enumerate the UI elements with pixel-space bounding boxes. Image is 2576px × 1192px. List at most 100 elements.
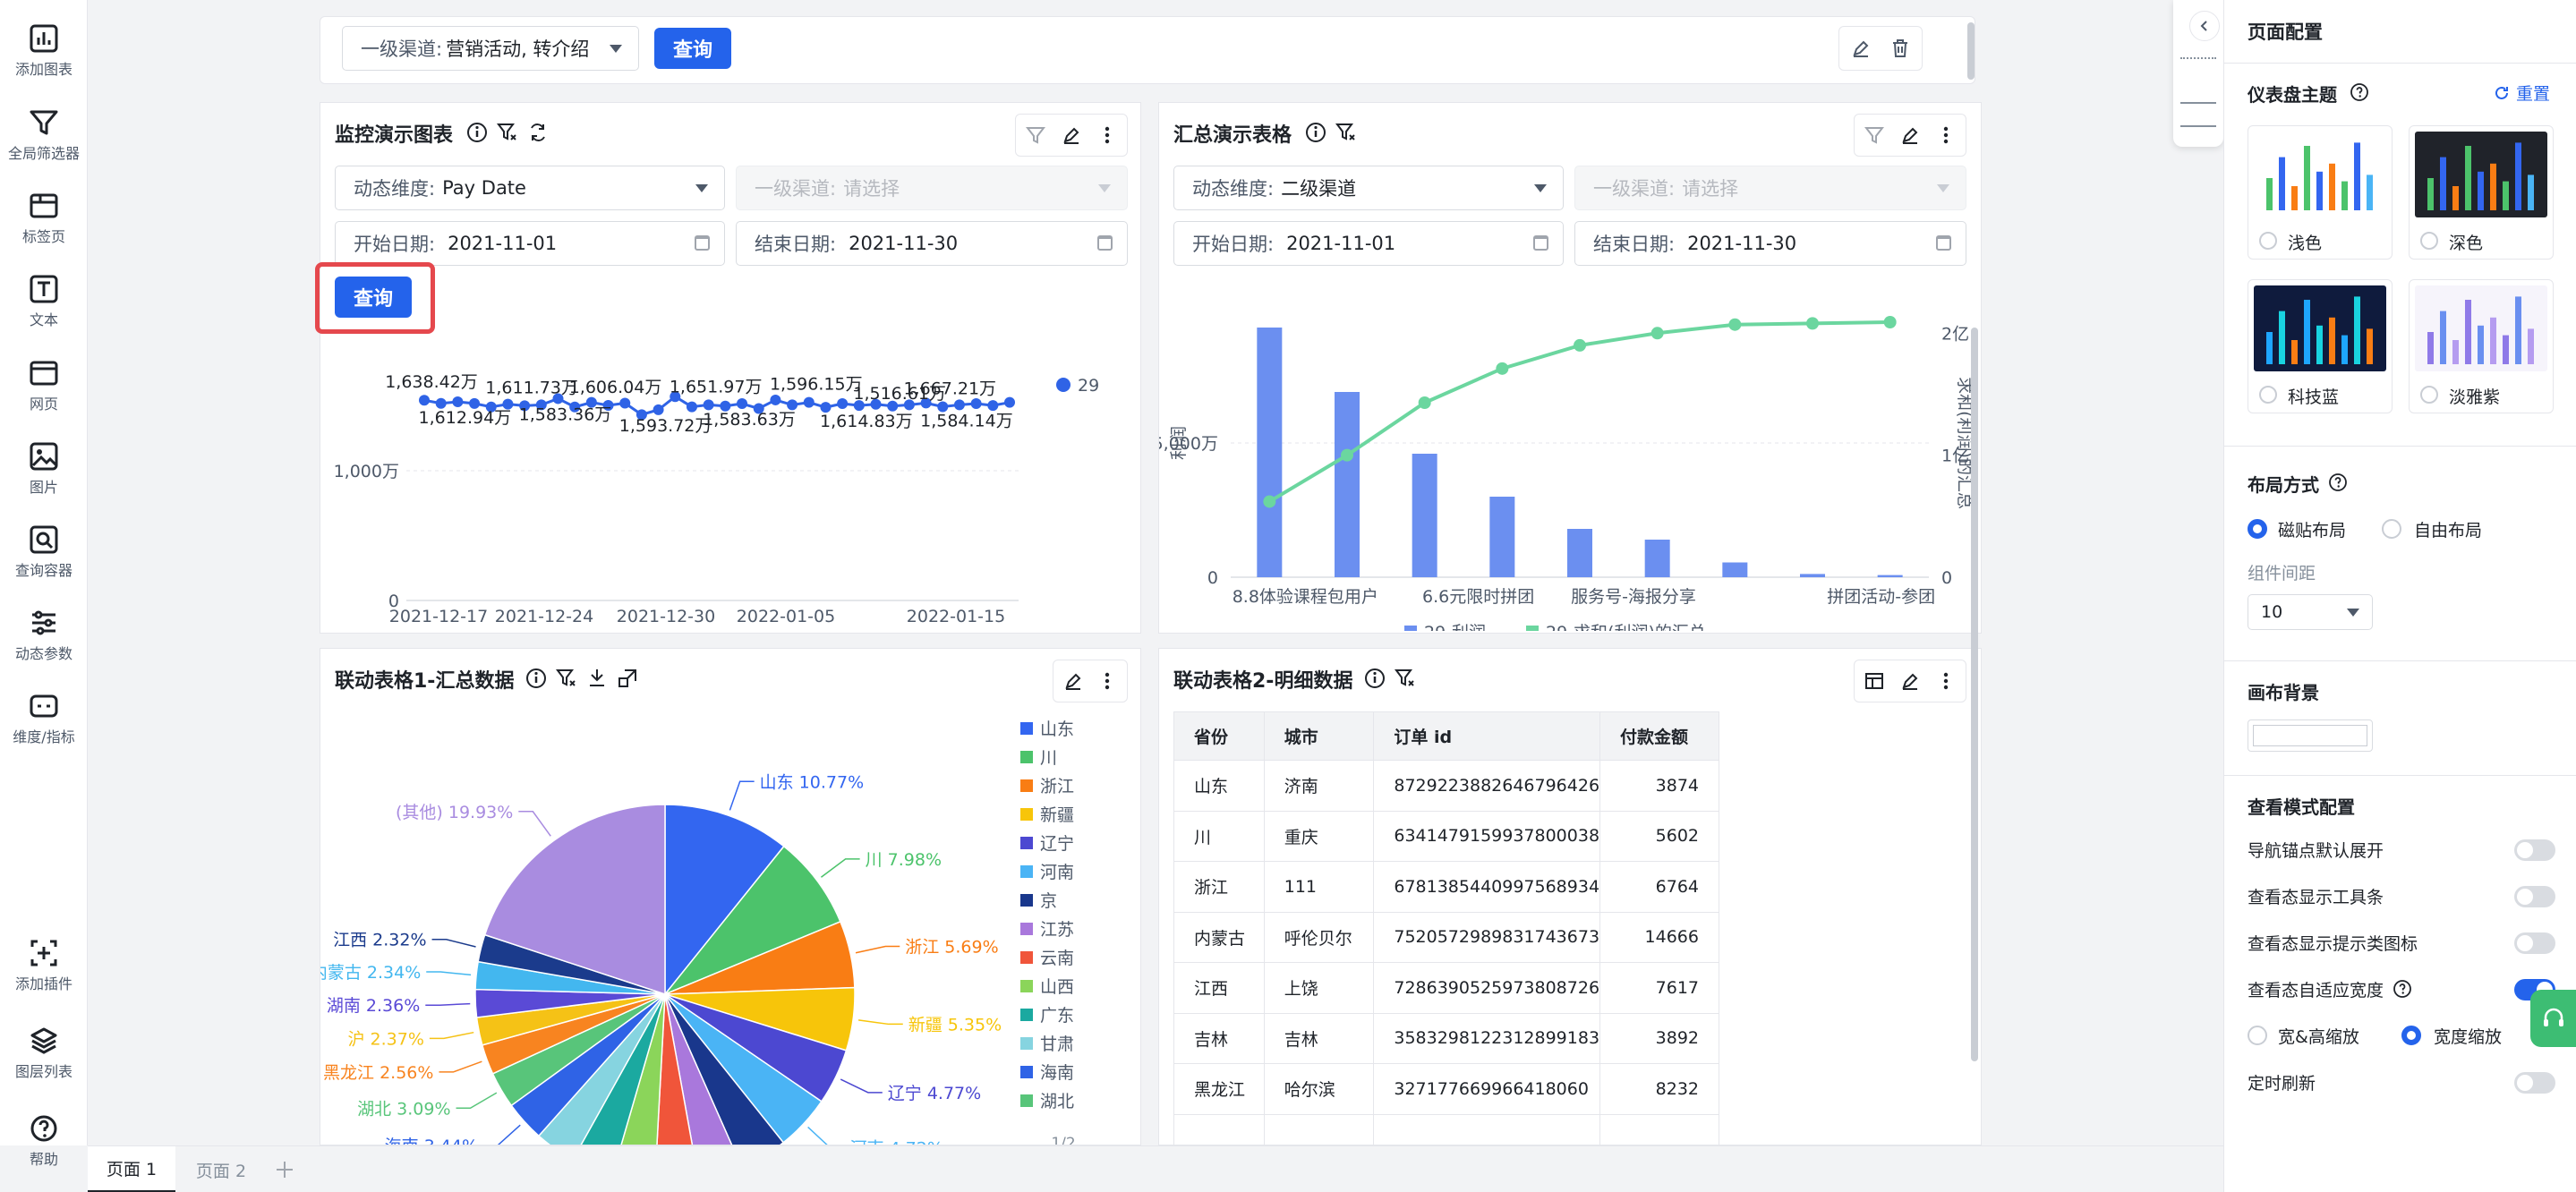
global-query-button[interactable]: 查询 — [654, 28, 731, 69]
edit-icon[interactable] — [1053, 117, 1089, 153]
nav-help[interactable]: 帮助 — [0, 1113, 88, 1169]
legend-label[interactable]: 山东 — [1040, 719, 1074, 739]
theme-option-tech-blue[interactable]: 科技蓝 — [2248, 279, 2393, 413]
start-date-picker[interactable]: 开始日期: 2021-11-01 — [335, 221, 725, 266]
channel-select[interactable]: 一级渠道: 请选择 — [736, 166, 1128, 210]
bar[interactable] — [1644, 540, 1670, 577]
data-point[interactable] — [787, 399, 798, 411]
more-icon[interactable] — [1089, 663, 1125, 699]
info-icon[interactable] — [465, 121, 489, 144]
data-point[interactable] — [803, 396, 815, 408]
delete-icon[interactable] — [1882, 30, 1918, 66]
data-point[interactable] — [1806, 317, 1819, 330]
help-icon[interactable] — [2393, 979, 2412, 999]
nav-global-filter[interactable]: 全局筛选器 — [0, 107, 88, 163]
end-date-picker[interactable]: 结束日期: 2021-11-30 — [736, 221, 1128, 266]
data-point[interactable] — [1728, 318, 1742, 331]
table-row[interactable]: 黑龙江 哈尔滨 3271776699664180​60 8232 — [1173, 1063, 1719, 1115]
data-point[interactable] — [619, 397, 631, 409]
table-row[interactable]: 江西 上饶 7286390525973808726 7617 — [1173, 962, 1719, 1014]
jump-icon[interactable] — [616, 667, 639, 690]
data-point[interactable] — [837, 398, 849, 410]
edit-icon[interactable] — [1055, 663, 1091, 699]
column-header[interactable]: 省份 — [1173, 711, 1265, 761]
data-point[interactable] — [770, 394, 781, 405]
filter-icon[interactable] — [496, 121, 519, 144]
data-point[interactable] — [987, 400, 999, 412]
data-point[interactable] — [419, 395, 430, 406]
canvas-scrollbar[interactable] — [1971, 328, 1978, 1061]
data-point[interactable] — [1883, 316, 1897, 328]
data-point[interactable] — [1574, 338, 1586, 352]
legend-label[interactable]: 河南 — [1040, 863, 1074, 882]
end-date-picker[interactable]: 结束日期: 2021-11-30 — [1574, 221, 1966, 266]
bar[interactable] — [1257, 328, 1283, 577]
legend-label[interactable]: 浙江 — [1040, 777, 1074, 796]
filter-icon[interactable] — [1018, 117, 1053, 153]
nav-query-container[interactable]: 查询容器 — [0, 524, 88, 580]
nav-webpage[interactable]: 网页 — [0, 358, 88, 413]
data-point[interactable] — [1418, 396, 1431, 409]
table-row[interactable] — [1173, 1113, 1719, 1145]
legend-label[interactable]: 京 — [1040, 891, 1057, 911]
legend-label[interactable]: 甘肃 — [1040, 1034, 1074, 1054]
filter-icon[interactable] — [1856, 117, 1892, 153]
nav-tabs[interactable]: 标签页 — [0, 191, 88, 246]
dimension-select[interactable]: 动态维度: 二级渠道 — [1173, 166, 1564, 210]
bar[interactable] — [1335, 392, 1360, 577]
data-point[interactable] — [1341, 448, 1353, 462]
column-header[interactable]: 订单 id — [1373, 711, 1601, 761]
bar[interactable] — [1877, 575, 1903, 577]
data-point[interactable] — [737, 398, 748, 410]
scale-width-radio[interactable] — [2401, 1026, 2421, 1045]
toggle-show-toolbar[interactable] — [2514, 886, 2555, 907]
table-row[interactable]: 吉林 吉林 3583298122312899183 3892 — [1173, 1012, 1719, 1064]
start-date-picker[interactable]: 开始日期: 2021-11-01 — [1173, 221, 1564, 266]
info-icon[interactable] — [525, 667, 548, 690]
bar[interactable] — [1722, 562, 1748, 578]
legend-label[interactable]: 29-利润 — [1424, 623, 1486, 631]
customer-service-button[interactable] — [2530, 990, 2576, 1047]
table-row[interactable]: 浙江 111 6781385440997568934 6764 — [1173, 861, 1719, 913]
table-row[interactable]: 山东 济南 8729223882646796426 3874 — [1173, 760, 1719, 812]
theme-option-light-purple[interactable]: 淡雅紫 — [2409, 279, 2554, 413]
legend-label[interactable]: 山西 — [1040, 977, 1074, 997]
channel-select[interactable]: 一级渠道: 请选择 — [1574, 166, 1966, 210]
spacing-select[interactable]: 10 — [2248, 594, 2373, 630]
legend-label[interactable]: 川 — [1040, 748, 1057, 768]
nav-image[interactable]: 图片 — [0, 441, 88, 497]
bar[interactable] — [1800, 574, 1825, 577]
help-icon[interactable] — [2328, 473, 2348, 492]
data-point[interactable] — [1496, 362, 1509, 375]
more-icon[interactable] — [1089, 117, 1125, 153]
page-tab[interactable]: 页面 2 — [177, 1146, 265, 1192]
data-point[interactable] — [953, 399, 965, 411]
data-point[interactable] — [653, 404, 664, 415]
legend-label[interactable]: 云南 — [1040, 949, 1074, 968]
theme-option-dark[interactable]: 深色 — [2409, 125, 2554, 260]
legend-label[interactable]: 湖北 — [1040, 1092, 1074, 1111]
linkage-icon[interactable] — [526, 121, 550, 144]
toggle-nav-anchor[interactable] — [2514, 839, 2555, 861]
scrollbar-thumb[interactable] — [1967, 22, 1975, 80]
more-icon[interactable] — [1928, 117, 1964, 153]
theme-option-light[interactable]: 浅色 — [2248, 125, 2393, 260]
edit-icon[interactable] — [1843, 30, 1879, 66]
nav-text[interactable]: 文本 — [0, 274, 88, 329]
filter-icon[interactable] — [1335, 121, 1358, 144]
legend-label[interactable]: 江苏 — [1040, 920, 1074, 940]
data-point[interactable] — [1651, 327, 1664, 340]
layout-tile-radio[interactable] — [2248, 519, 2267, 539]
info-icon[interactable] — [1363, 667, 1386, 690]
data-point[interactable] — [1004, 396, 1015, 408]
scale-width-height-radio[interactable] — [2248, 1026, 2267, 1045]
panel-query-button[interactable]: 查询 — [335, 277, 412, 318]
data-point[interactable] — [686, 401, 697, 413]
reset-theme-button[interactable]: 重置 — [2493, 81, 2550, 105]
nav-dimension-metric[interactable]: 维度/指标 — [0, 691, 88, 746]
bar[interactable] — [1412, 454, 1437, 577]
data-point[interactable] — [452, 396, 464, 407]
info-icon[interactable] — [1304, 121, 1327, 144]
dimension-select[interactable]: 动态维度: Pay Date — [335, 166, 725, 210]
edit-icon[interactable] — [1892, 117, 1928, 153]
